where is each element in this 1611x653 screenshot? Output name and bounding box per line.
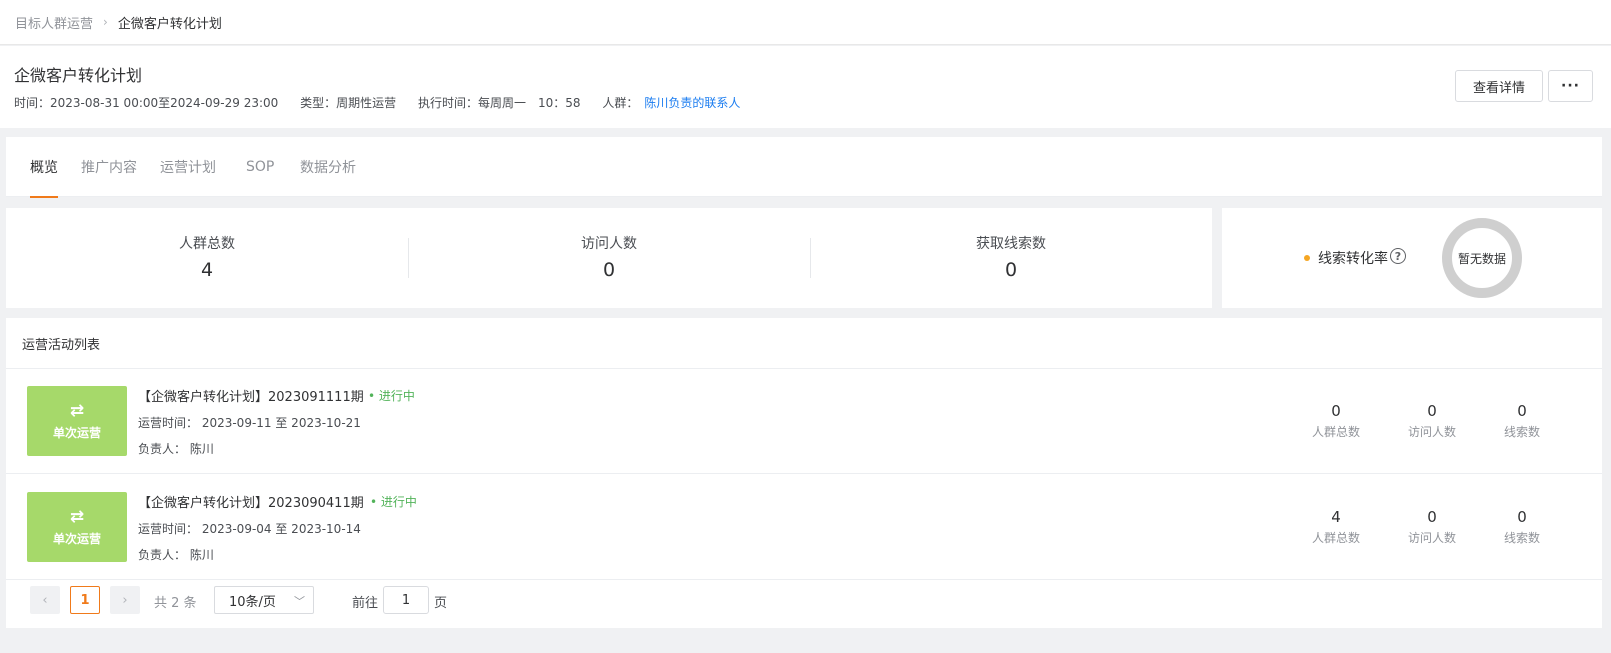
plan-audience-link[interactable]: 陈川负责的联系人 [644, 96, 740, 110]
page-suffix: 页 [434, 596, 448, 611]
repeat-icon: ⇄ [69, 506, 85, 527]
badge-label: 单次运营 [52, 425, 101, 440]
activity-owner: 负责人： 陈川 [138, 548, 214, 562]
tab-promotion-content[interactable]: 推广内容 [81, 137, 137, 197]
tab-data-analysis[interactable]: 数据分析 [300, 137, 356, 197]
plan-audience-label: 人群： [602, 96, 639, 110]
row-stat-value: 0 [1427, 508, 1437, 526]
plan-time: 时间：2023-08-31 00:00至2024-09-29 23:00 [14, 96, 279, 110]
chevron-left-icon[interactable]: ‹ [30, 586, 60, 614]
single-operation-badge: ⇄ 单次运营 [27, 386, 127, 456]
plan-type: 类型：周期性运营 [300, 96, 397, 110]
stat-value: 4 [200, 259, 214, 281]
row-stat-label: 线索数 [1503, 425, 1540, 439]
stat-value: 0 [1004, 259, 1018, 281]
row-stat-value: 4 [1331, 508, 1341, 526]
goto-label: 前往 [352, 596, 379, 611]
tab-operation-plan[interactable]: 运营计划 [160, 137, 216, 197]
row-stat-label: 访问人数 [1407, 425, 1456, 439]
row-stat-label: 访问人数 [1407, 531, 1456, 545]
conversion-rate-label: 线索转化率 [1318, 251, 1388, 267]
row-stat-label: 人群总数 [1311, 531, 1360, 545]
plan-audience: 人群： 陈川负责的联系人 [602, 96, 758, 110]
row-stat-leads: 0 线索数 [1487, 402, 1557, 440]
view-detail-button[interactable]: 查看详情 [1455, 70, 1543, 102]
tab-bar: 概览 推广内容 运营计划 SOP 数据分析 [6, 137, 1602, 198]
activity-row[interactable]: ⇄ 单次运营 【企微客户转化计划】2023091111期 • 进行中 运营时间：… [6, 369, 1602, 474]
page-size-select[interactable]: 10条/页 ﹀ [214, 586, 314, 614]
status-badge: • 进行中 [370, 495, 417, 509]
chevron-down-icon: ﹀ [294, 595, 305, 608]
stat-audience-total: 人群总数 4 [6, 208, 408, 308]
breadcrumb: 目标人群运营 › 企微客户转化计划 [0, 0, 1611, 45]
stat-label: 获取线索数 [976, 236, 1046, 252]
stat-visitors: 访问人数 0 [408, 208, 810, 308]
row-stat-value: 0 [1427, 402, 1437, 420]
activity-row[interactable]: ⇄ 单次运营 【企微客户转化计划】2023090411期 • 进行中 运营时间：… [6, 475, 1602, 580]
plan-header: 企微客户转化计划 时间：2023-08-31 00:00至2024-09-29 … [0, 46, 1611, 128]
activity-time: 运营时间： 2023-09-11 至 2023-10-21 [138, 416, 361, 430]
activity-list: 运营活动列表 ⇄ 单次运营 【企微客户转化计划】2023091111期 • 进行… [6, 318, 1602, 628]
row-stat-value: 0 [1331, 402, 1341, 420]
breadcrumb-parent[interactable]: 目标人群运营 [15, 13, 93, 32]
pagination-total: 共 2 条 [154, 596, 197, 611]
repeat-icon: ⇄ [69, 400, 85, 421]
pagination: ‹ 1 › 共 2 条 10条/页 ﹀ 前往 页 [6, 586, 1602, 618]
page-size-value: 10条/页 [229, 594, 276, 610]
row-stat-audience: 4 人群总数 [1301, 508, 1371, 546]
row-stat-leads: 0 线索数 [1487, 508, 1557, 546]
more-icon[interactable]: ··· [1548, 70, 1593, 102]
legend-dot [1304, 255, 1310, 261]
row-stat-audience: 0 人群总数 [1301, 402, 1371, 440]
row-stat-value: 0 [1517, 402, 1527, 420]
page-title: 企微客户转化计划 [14, 66, 143, 85]
donut-ring: 暂无数据 [1442, 218, 1522, 298]
row-stat-label: 线索数 [1503, 531, 1540, 545]
status-badge: • 进行中 [368, 389, 415, 403]
stat-label: 访问人数 [581, 236, 637, 252]
help-icon[interactable]: ? [1390, 248, 1406, 264]
activity-list-title: 运营活动列表 [22, 338, 101, 353]
stat-value: 0 [602, 259, 616, 281]
tab-sop[interactable]: SOP [246, 137, 274, 197]
stat-label: 人群总数 [179, 236, 235, 252]
stat-leads: 获取线索数 0 [810, 208, 1212, 308]
activity-title[interactable]: 【企微客户转化计划】2023090411期 [138, 492, 364, 511]
overview-stats: 人群总数 4 访问人数 0 获取线索数 0 [6, 208, 1212, 308]
row-stat-label: 人群总数 [1311, 425, 1360, 439]
badge-label: 单次运营 [52, 531, 101, 546]
lead-conversion-card: 线索转化率 ? 暂无数据 [1222, 208, 1602, 308]
chevron-right-icon[interactable]: › [110, 586, 140, 614]
no-data-text: 暂无数据 [1457, 251, 1506, 266]
row-stat-visitors: 0 访问人数 [1397, 508, 1467, 546]
row-stat-visitors: 0 访问人数 [1397, 402, 1467, 440]
single-operation-badge: ⇄ 单次运营 [27, 492, 127, 562]
activity-title[interactable]: 【企微客户转化计划】2023091111期 [138, 386, 364, 405]
breadcrumb-current: 企微客户转化计划 [117, 16, 222, 32]
page-number-current[interactable]: 1 [70, 586, 100, 614]
tab-overview[interactable]: 概览 [30, 137, 58, 198]
goto-page-input[interactable] [383, 586, 429, 614]
activity-time: 运营时间： 2023-09-04 至 2023-10-14 [138, 522, 361, 536]
chevron-right-icon: › [103, 15, 108, 29]
plan-meta: 时间：2023-08-31 00:00至2024-09-29 23:00 类型：… [14, 94, 758, 111]
activity-owner: 负责人： 陈川 [138, 442, 214, 456]
row-stat-value: 0 [1517, 508, 1527, 526]
plan-exec-time: 执行时间：每周周一 10：58 [417, 96, 581, 110]
